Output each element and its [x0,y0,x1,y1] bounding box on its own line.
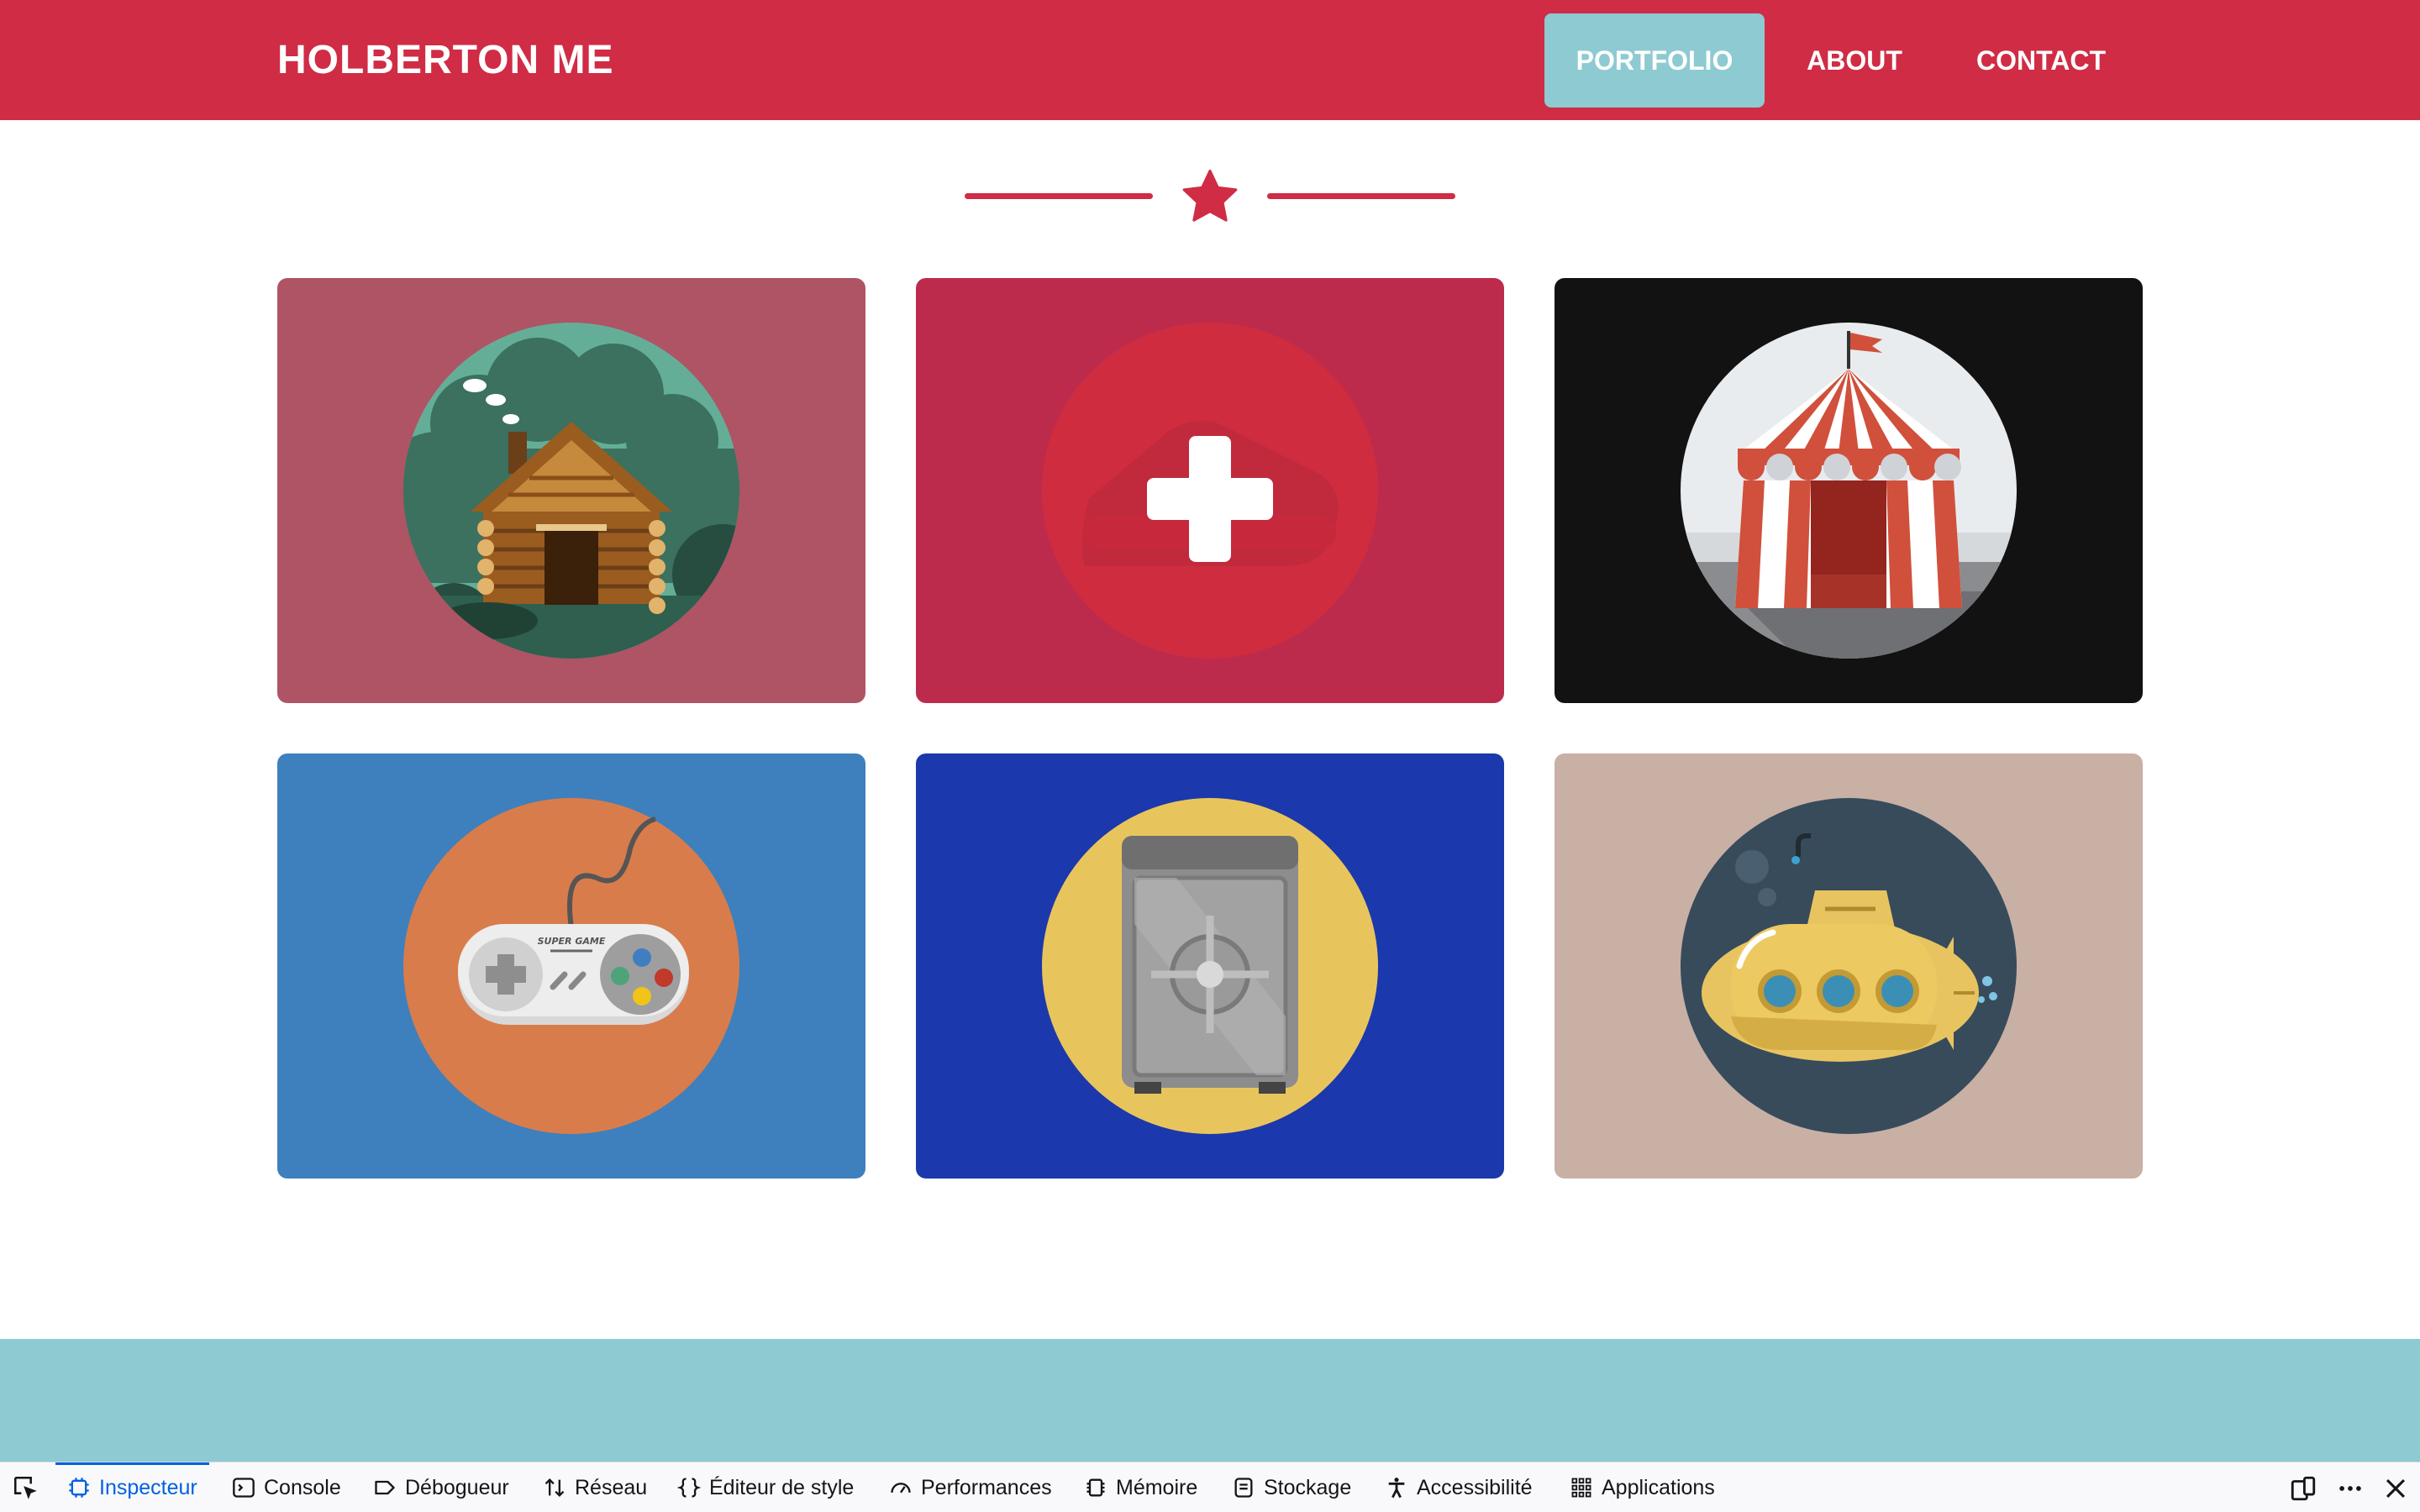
storage-icon [1234,1478,1253,1498]
devtools-tab-style-editor[interactable]: Éditeur de style [677,1462,854,1512]
devtools-tab-memory[interactable]: Mémoire [1084,1462,1197,1512]
divider-line-left [965,193,1153,199]
debugger-icon [375,1480,395,1495]
devtools-toolbar: Inspecteur Console Débogueur Réseau Édit… [0,1462,2420,1512]
nav-portfolio[interactable]: PORTFOLIO [1544,13,1765,108]
devtools-tab-label: Éditeur de style [709,1476,855,1499]
portfolio-tile-submarine[interactable] [1555,753,2143,1179]
log-cabin-icon [403,323,739,659]
portfolio-tile-safe[interactable] [916,753,1504,1179]
inspector-icon [69,1478,89,1498]
element-picker-icon[interactable] [12,1474,40,1503]
nav-contact[interactable]: CONTACT [1949,13,2133,108]
devtools-tab-debugger[interactable]: Débogueur [373,1462,509,1512]
portfolio-tile-add[interactable] [916,278,1504,703]
nav-about[interactable]: ABOUT [1790,13,1919,108]
console-icon [233,1478,255,1498]
plus-icon [1042,323,1378,659]
devtools-tab-accessibility[interactable]: Accessibilité [1385,1462,1533,1512]
submarine-icon [1681,798,2017,1134]
devtools-tab-label: Performances [921,1476,1052,1499]
site-header: HOLBERTON ME PORTFOLIO ABOUT CONTACT [0,0,2420,120]
site-brand[interactable]: HOLBERTON ME [277,0,613,120]
circus-tent-icon [1681,323,2017,659]
devtools-tab-network[interactable]: Réseau [543,1462,647,1512]
performance-icon [891,1483,911,1494]
controller-brand-text: SUPER GAME [538,936,606,947]
portfolio-tile-cabin[interactable] [277,278,865,703]
devtools-tab-label: Débogueur [405,1476,509,1499]
devtools-tab-label: Stockage [1264,1476,1352,1499]
devtools-tab-label: Accessibilité [1417,1476,1533,1499]
memory-icon [1086,1478,1105,1497]
devtools-tab-applications[interactable]: Applications [1570,1462,1715,1512]
devtools-tab-label: Applications [1602,1476,1715,1499]
more-options-icon[interactable] [2336,1474,2365,1503]
star-icon [1182,169,1238,222]
devtools-tab-label: Inspecteur [99,1476,197,1499]
accessibility-icon [1388,1478,1405,1499]
devtools-tab-label: Console [264,1476,341,1499]
close-icon[interactable] [2381,1474,2410,1503]
site-footer [0,1339,2420,1462]
style-editor-icon [677,1478,701,1498]
responsive-design-icon[interactable] [2289,1474,2317,1503]
devtools-tab-inspector[interactable]: Inspecteur [55,1462,209,1512]
portfolio-tile-circus[interactable] [1555,278,2143,703]
devtools-tab-label: Mémoire [1116,1476,1198,1499]
devtools-tab-label: Réseau [575,1476,648,1499]
game-controller-icon: SUPER GAME [403,798,739,1134]
network-icon [544,1478,565,1497]
portfolio-tile-controller[interactable]: SUPER GAME [277,753,865,1179]
devtools-tab-console[interactable]: Console [232,1462,341,1512]
applications-icon [1571,1478,1591,1498]
divider-line-right [1267,193,1455,199]
devtools-tab-performance[interactable]: Performances [889,1462,1052,1512]
safe-icon [1042,798,1378,1134]
devtools-tab-storage[interactable]: Stockage [1232,1462,1351,1512]
